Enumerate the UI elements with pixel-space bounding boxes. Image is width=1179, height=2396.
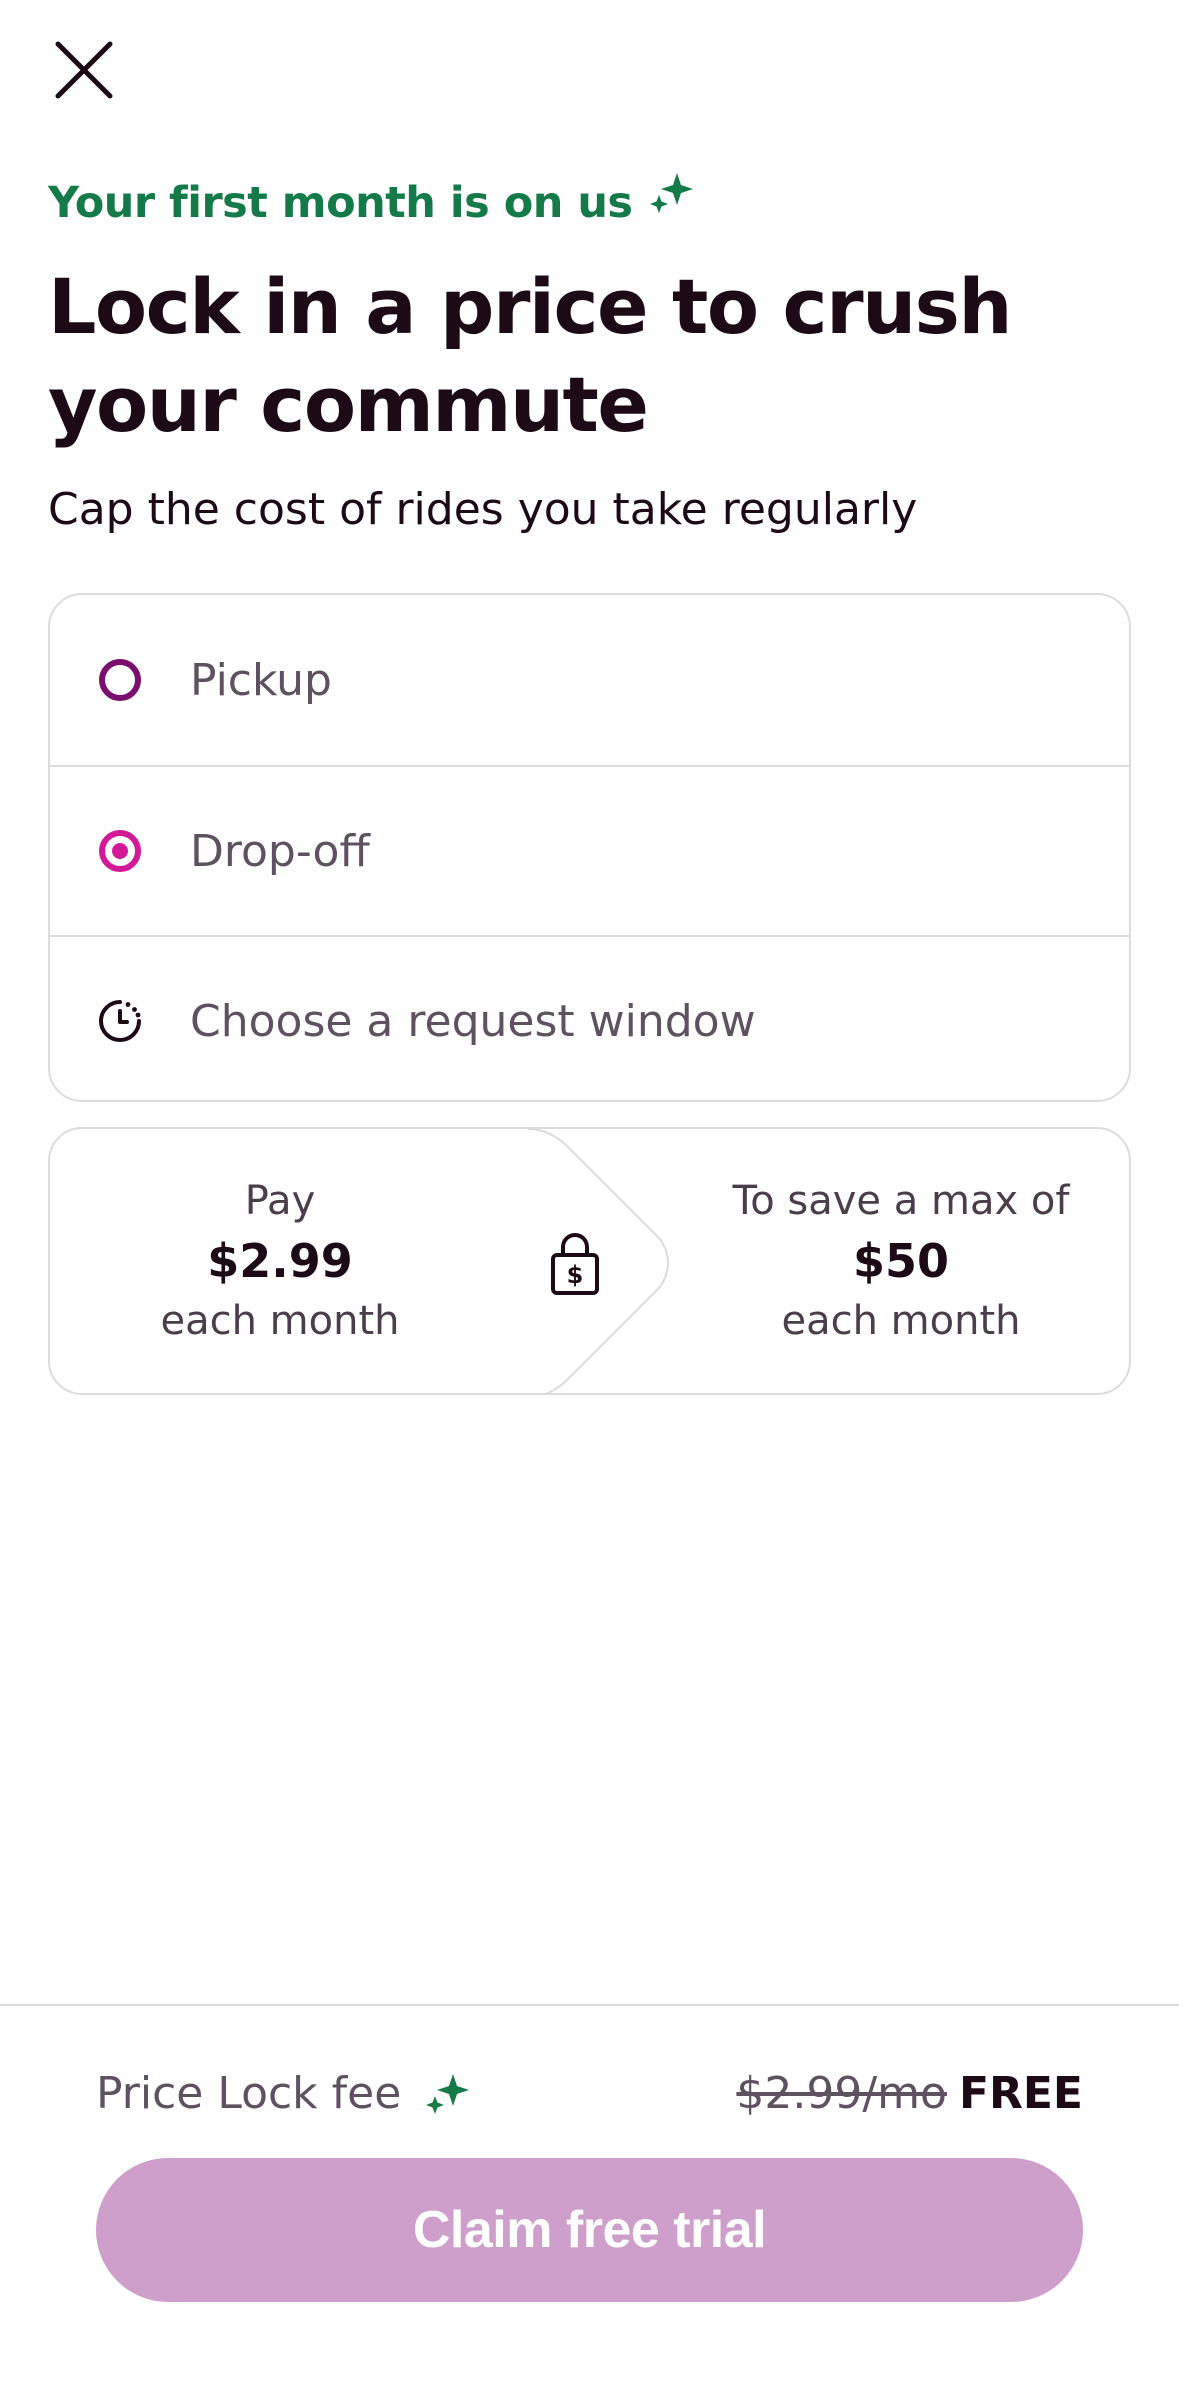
- title-line-1: Lock in a price to crush: [48, 262, 1013, 351]
- pickup-ring-icon: [99, 659, 141, 701]
- pickup-label: Pickup: [190, 654, 332, 706]
- clock-icon: [99, 1000, 141, 1042]
- claim-free-trial-button[interactable]: Claim free trial: [96, 2158, 1083, 2302]
- save-column: To save a max of $50 each month: [670, 1129, 1129, 1393]
- lock-dollar-icon: $: [551, 1233, 599, 1295]
- title-line-2: your commute: [48, 360, 649, 449]
- close-icon: [55, 41, 113, 99]
- pickup-field[interactable]: Pickup: [50, 595, 1129, 765]
- free-badge: FREE: [958, 2068, 1083, 2119]
- sparkle-icon: [649, 173, 693, 213]
- price-summary-card: Pay $2.99 each month $ To save a max of …: [48, 1127, 1131, 1395]
- save-amount: $50: [852, 1234, 950, 1288]
- fee-label: Price Lock fee: [96, 2068, 402, 2119]
- promo-eyebrow: Your first month is on us: [48, 173, 695, 228]
- route-card: Pickup Drop-off Choose a request window: [48, 593, 1131, 1102]
- checkout-footer: Price Lock fee $2.99/mo FREE Claim free …: [0, 2004, 1179, 2396]
- save-period: each month: [781, 1298, 1021, 1344]
- close-button[interactable]: [40, 26, 128, 114]
- pay-label: Pay: [244, 1178, 316, 1224]
- save-label: To save a max of: [732, 1178, 1070, 1224]
- page-title: Lock in a price to crush your commute: [48, 258, 1048, 454]
- request-window-label: Choose a request window: [190, 995, 756, 1047]
- pay-amount: $2.99: [207, 1234, 353, 1288]
- pay-period: each month: [160, 1298, 400, 1344]
- promo-eyebrow-text: Your first month is on us: [48, 178, 633, 228]
- original-fee: $2.99/mo: [736, 2068, 947, 2119]
- request-window-field[interactable]: Choose a request window: [50, 935, 1129, 1100]
- dropoff-label: Drop-off: [190, 825, 370, 877]
- pay-column: Pay $2.99 each month: [50, 1129, 510, 1393]
- price-lock-screen: Your first month is on us Lock in a pric…: [0, 0, 1179, 2396]
- svg-text:$: $: [567, 1261, 584, 1289]
- page-subtitle: Cap the cost of rides you take regularly: [48, 484, 918, 535]
- dropoff-target-icon: [99, 830, 141, 872]
- dropoff-field[interactable]: Drop-off: [50, 765, 1129, 935]
- sparkle-icon: [426, 2073, 470, 2114]
- fee-row: Price Lock fee $2.99/mo FREE: [96, 2068, 1083, 2119]
